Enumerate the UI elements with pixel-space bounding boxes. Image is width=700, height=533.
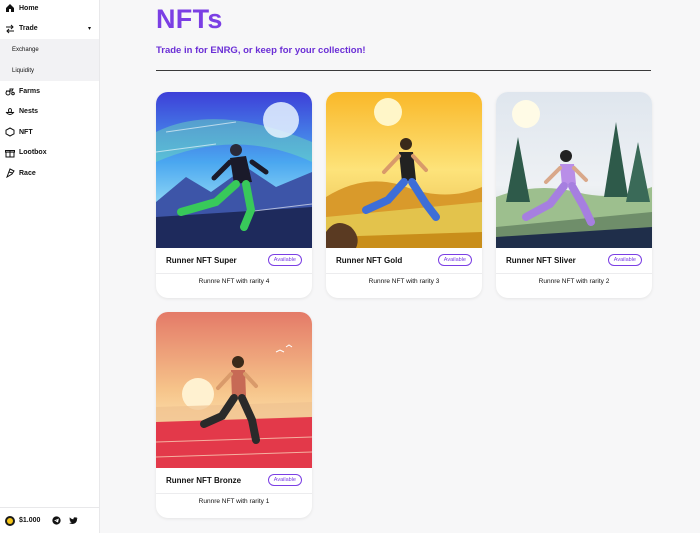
swap-icon <box>5 24 15 34</box>
runner-gold-image <box>326 92 482 248</box>
nest-icon <box>5 107 15 117</box>
sidebar-item-nests[interactable]: Nests <box>0 102 99 123</box>
nft-icon <box>5 127 15 137</box>
sidebar-item-label: Home <box>19 4 39 12</box>
runner-super-image <box>156 92 312 248</box>
sidebar-item-label: Liquidity <box>12 67 35 74</box>
sidebar-item-race[interactable]: Race <box>0 163 99 184</box>
main-content: NFTs Trade in for ENRG, or keep for your… <box>100 0 700 533</box>
nft-description: Runnre NFT with rarity 2 <box>538 278 610 285</box>
sidebar-item-label: Trade <box>19 25 38 33</box>
nft-name: Runner NFT Super <box>166 255 237 265</box>
nft-description: Runnre NFT with rarity 3 <box>368 278 440 285</box>
status-badge: Available <box>267 474 302 486</box>
nft-card-super[interactable]: Runner NFT Super Available Runnre NFT wi… <box>156 92 312 298</box>
status-badge: Available <box>437 254 472 266</box>
sidebar-footer: $1.000 <box>0 507 100 533</box>
sidebar-item-home[interactable]: Home <box>0 0 99 19</box>
sidebar-item-label: Nests <box>19 108 39 116</box>
home-icon <box>5 3 15 13</box>
runner-sliver-image <box>496 92 652 248</box>
sidebar-item-nft[interactable]: NFT <box>0 122 99 143</box>
card-divider <box>326 273 482 274</box>
status-badge: Available <box>267 254 302 266</box>
card-name-row: Runner NFT Super Available <box>156 248 312 272</box>
sidebar-item-label: Farms <box>19 87 41 95</box>
telegram-icon[interactable] <box>52 516 62 525</box>
token-coin-icon <box>5 515 15 526</box>
trade-submenu: Exchange Liquidity <box>0 39 99 81</box>
sidebar-item-label: Race <box>19 169 36 177</box>
sidebar-item-label: Exchange <box>12 46 39 53</box>
nft-name: Runner NFT Sliver <box>506 255 576 265</box>
twitter-icon[interactable] <box>69 516 78 525</box>
token-price: $1.000 <box>19 517 41 524</box>
runner-bronze-image <box>156 312 312 468</box>
card-divider <box>156 493 312 494</box>
card-name-row: Runner NFT Bronze Available <box>156 468 312 492</box>
sidebar-item-liquidity[interactable]: Liquidity <box>0 60 99 81</box>
sidebar-item-lootbox[interactable]: Lootbox <box>0 143 99 164</box>
card-name-row: Runner NFT Sliver Available <box>496 248 652 272</box>
status-badge: Available <box>607 254 642 266</box>
page-title: NFTs <box>156 4 223 34</box>
sidebar-item-trade[interactable]: Trade ▾ <box>0 19 99 40</box>
nft-card-sliver[interactable]: Runner NFT Sliver Available Runnre NFT w… <box>496 92 652 298</box>
sidebar-item-label: NFT <box>19 128 33 136</box>
nft-card-gold[interactable]: Runner NFT Gold Available Runnre NFT wit… <box>326 92 482 298</box>
tractor-icon <box>5 86 15 96</box>
race-flag-icon <box>5 168 15 179</box>
card-divider <box>156 273 312 274</box>
sidebar-item-exchange[interactable]: Exchange <box>0 39 99 60</box>
card-divider <box>496 273 652 274</box>
lootbox-icon <box>5 148 15 158</box>
sidebar: Home Trade ▾ Exchange Liquidity Farms Ne… <box>0 0 100 533</box>
nft-name: Runner NFT Bronze <box>166 475 242 485</box>
card-name-row: Runner NFT Gold Available <box>326 248 482 272</box>
nft-name: Runner NFT Gold <box>336 255 403 265</box>
nft-description: Runnre NFT with rarity 4 <box>198 278 270 285</box>
page-subtitle: Trade in for ENRG, or keep for your coll… <box>156 45 366 56</box>
sidebar-item-farms[interactable]: Farms <box>0 81 99 102</box>
sidebar-item-label: Lootbox <box>19 149 47 157</box>
chevron-down-icon[interactable]: ▾ <box>88 25 91 32</box>
nft-description: Runnre NFT with rarity 1 <box>198 498 270 505</box>
header-divider <box>156 70 651 71</box>
nft-card-bronze[interactable]: Runner NFT Bronze Available Runnre NFT w… <box>156 312 312 518</box>
